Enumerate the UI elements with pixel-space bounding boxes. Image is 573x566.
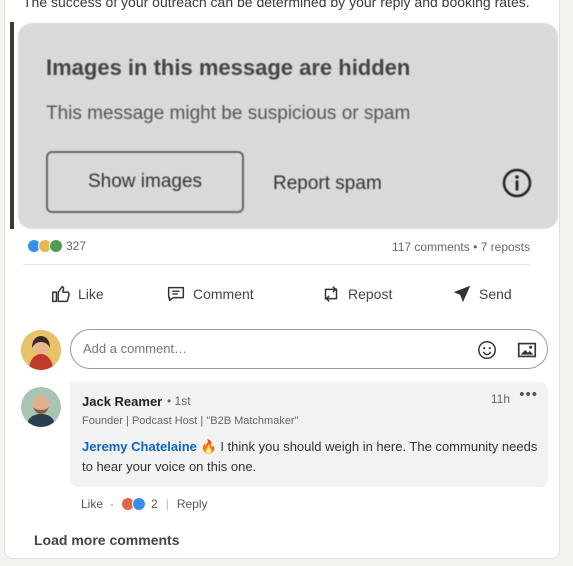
- repost-icon: [324, 286, 338, 302]
- comments-reposts-count[interactable]: 117 comments • 7 reposts: [392, 240, 530, 254]
- repost-action-button[interactable]: Repost: [320, 283, 392, 305]
- comment-icon: [167, 286, 185, 302]
- repost-action-label: Repost: [348, 286, 393, 302]
- show-images-button[interactable]: Show images: [46, 151, 244, 213]
- current-user-avatar[interactable]: [21, 330, 61, 370]
- like-action-label: Like: [78, 286, 104, 302]
- comment-input-box[interactable]: [70, 329, 548, 369]
- post-card: The success of your outreach can be dete…: [5, 0, 559, 558]
- comment-like-button[interactable]: Like: [81, 497, 103, 511]
- reactions-count: 327: [66, 239, 87, 253]
- separator-bar: |: [165, 497, 169, 511]
- like-reaction-icon: [132, 497, 147, 511]
- avatar-image: [21, 387, 61, 427]
- comment-body: Jeremy Chatelaine 🔥 I think you should w…: [82, 437, 542, 477]
- comment-actions: Like · 2 | Reply: [81, 497, 208, 511]
- commenter-avatar[interactable]: [21, 387, 61, 427]
- separator-dot: ·: [110, 497, 115, 511]
- avatar-image: [21, 330, 61, 370]
- send-icon: [453, 285, 471, 303]
- hidden-images-title: Images in this message are hidden: [46, 55, 411, 80]
- mention-link[interactable]: Jeremy Chatelaine: [82, 439, 197, 454]
- support-reaction-icon: [49, 239, 63, 253]
- send-action-label: Send: [479, 286, 512, 302]
- reactions-summary[interactable]: 327: [27, 239, 86, 253]
- comment-bubble: Jack Reamer • 1st 11h ••• Founder | Podc…: [70, 382, 548, 487]
- hidden-images-subtitle: This message might be suspicious or spam: [46, 103, 411, 124]
- divider: [23, 264, 530, 265]
- comment-action-button[interactable]: Comment: [165, 283, 254, 305]
- thumbs-up-icon: [52, 285, 70, 303]
- image-icon[interactable]: [516, 339, 538, 361]
- more-options-icon[interactable]: •••: [519, 386, 538, 403]
- send-action-button[interactable]: Send: [451, 283, 512, 305]
- comment-input[interactable]: [81, 340, 465, 357]
- post-text: The success of your outreach can be dete…: [23, 0, 530, 10]
- fire-emoji-icon: 🔥: [200, 439, 217, 454]
- hidden-images-panel: Images in this message are hidden This m…: [18, 23, 558, 229]
- like-action-button[interactable]: Like: [50, 283, 104, 305]
- comment-action-label: Comment: [193, 286, 254, 302]
- commenter-name[interactable]: Jack Reamer: [82, 394, 162, 409]
- comment-reply-button[interactable]: Reply: [177, 497, 208, 511]
- comment-reaction-count[interactable]: 2: [151, 497, 158, 511]
- commenter-headline: Founder | Podcast Host | "B2B Matchmaker…: [82, 415, 299, 427]
- quote-bar: [10, 22, 14, 229]
- load-more-comments-button[interactable]: Load more comments: [34, 532, 179, 548]
- comment-time: 11h: [490, 392, 510, 406]
- emoji-icon[interactable]: [476, 339, 498, 361]
- connection-degree: • 1st: [167, 394, 191, 408]
- report-spam-button[interactable]: Report spam: [273, 173, 382, 195]
- info-icon[interactable]: [502, 168, 532, 198]
